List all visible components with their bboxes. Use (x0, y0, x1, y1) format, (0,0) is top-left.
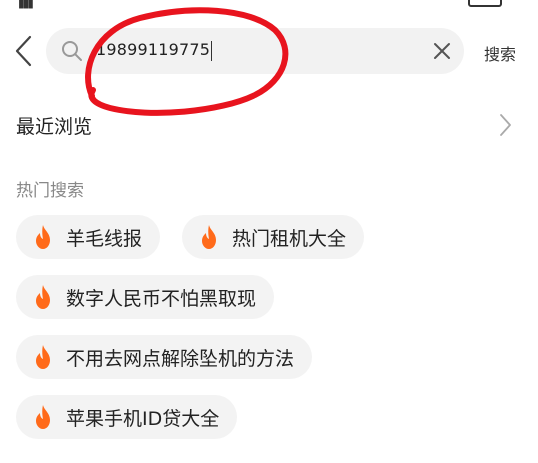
search-input[interactable]: 19899119775 (46, 28, 464, 74)
clear-icon[interactable] (432, 41, 452, 61)
signal-icon: ▮▮▮ (18, 0, 34, 10)
search-icon (62, 41, 82, 61)
hot-search-chip[interactable]: 羊毛线报 (16, 215, 161, 259)
text-caret (211, 40, 213, 61)
hot-search-chip-label: 羊毛线报 (66, 227, 143, 250)
hot-search-chip-label: 数字人民币不怕黑取现 (66, 287, 257, 310)
back-arrow-icon[interactable] (10, 32, 38, 70)
hot-search-chip-label: 苹果手机ID贷大全 (66, 407, 220, 430)
search-query-text: 19899119775 (96, 40, 213, 61)
battery-icon (468, 0, 502, 7)
hot-search-chip[interactable]: 热门租机大全 (182, 215, 365, 259)
chevron-right-icon (500, 114, 511, 136)
search-header: 19899119775 搜索 (0, 24, 538, 78)
flame-icon (36, 405, 50, 429)
hot-search-chip[interactable]: 数字人民币不怕黑取现 (16, 275, 275, 319)
hot-search-chip-label: 热门租机大全 (232, 227, 347, 250)
flame-icon (36, 345, 50, 369)
recent-browsing-row[interactable]: 最近浏览 (0, 104, 538, 144)
hot-search-chip[interactable]: 不用去网点解除坠机的方法 (16, 335, 313, 379)
search-submit-button[interactable]: 搜索 (484, 41, 516, 65)
recent-browsing-label: 最近浏览 (16, 116, 93, 138)
hot-search-chip[interactable]: 苹果手机ID贷大全 (16, 395, 238, 439)
flame-icon (202, 225, 216, 249)
hot-search-chip-label: 不用去网点解除坠机的方法 (66, 347, 295, 370)
hot-search-heading: 热门搜索 (16, 181, 84, 201)
status-bar: ▮▮▮ (0, 0, 538, 10)
flame-icon (36, 285, 50, 309)
flame-icon (36, 225, 50, 249)
